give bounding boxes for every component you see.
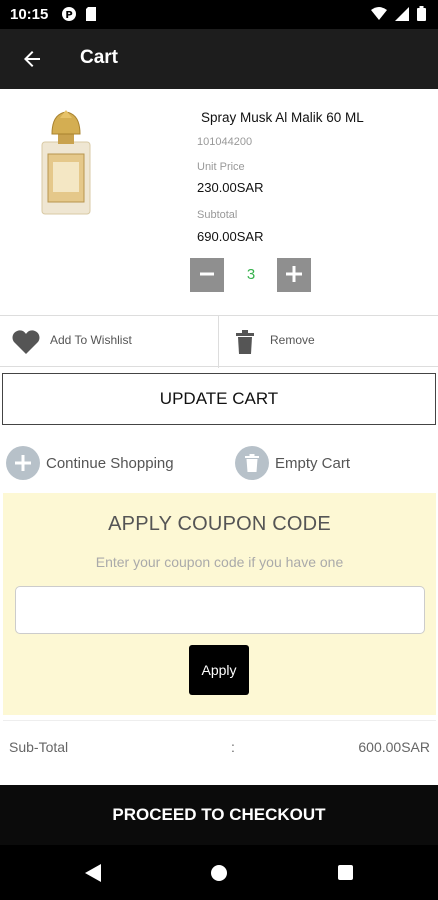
apply-coupon-button[interactable]: Apply — [189, 645, 249, 695]
item-subtotal-label: Subtotal — [197, 209, 238, 221]
coupon-panel: APPLY COUPON CODE Enter your coupon code… — [3, 493, 436, 715]
coupon-title: APPLY COUPON CODE — [108, 513, 331, 535]
nav-recents-icon[interactable] — [338, 865, 353, 880]
coupon-subtitle: Enter your coupon code if you have one — [95, 554, 344, 570]
coupon-code-input[interactable] — [15, 586, 425, 634]
empty-cart-label: Empty Cart — [275, 454, 351, 472]
quantity-increase-button[interactable] — [277, 258, 311, 292]
continue-shopping-button[interactable]: Continue Shopping — [6, 446, 174, 480]
proceed-to-checkout-button[interactable]: PROCEED TO CHECKOUT — [0, 785, 438, 845]
nav-back-icon[interactable] — [85, 864, 101, 882]
continue-shopping-label: Continue Shopping — [46, 454, 174, 472]
notification-p-icon: P — [62, 7, 76, 21]
svg-text:P: P — [65, 10, 72, 21]
wishlist-label: Add To Wishlist — [50, 333, 132, 347]
heart-icon — [12, 330, 40, 354]
app-bar: Cart — [0, 29, 438, 89]
subtotal-value: 600.00SAR — [358, 739, 430, 755]
item-actions-row: Add To Wishlist Remove — [0, 315, 438, 368]
subtotal-label: Sub-Total — [9, 739, 69, 755]
page-title: Cart — [80, 47, 119, 68]
product-sku: 101044200 — [197, 136, 253, 148]
minus-icon — [200, 272, 214, 275]
item-subtotal-value: 690.00SAR — [197, 229, 264, 244]
nav-home-icon[interactable] — [211, 865, 227, 881]
trash-circle-icon — [235, 446, 269, 480]
product-image[interactable] — [38, 108, 94, 216]
quantity-decrease-button[interactable] — [190, 258, 224, 292]
totals-panel: Sub-Total : 600.00SAR — [3, 720, 436, 790]
wifi-icon — [371, 6, 387, 20]
product-name: Spray Musk Al Malik 60 ML — [201, 110, 364, 125]
status-bar: 10:15 P — [0, 0, 438, 29]
arrow-left-icon[interactable] — [20, 47, 44, 71]
empty-cart-button[interactable]: Empty Cart — [235, 446, 350, 480]
remove-item-button[interactable]: Remove — [219, 316, 438, 368]
plus-circle-icon — [6, 446, 40, 480]
trash-icon — [236, 330, 254, 354]
add-to-wishlist-button[interactable]: Add To Wishlist — [0, 316, 218, 368]
battery-icon — [417, 6, 426, 21]
unit-price-value: 230.00SAR — [197, 180, 264, 195]
update-cart-button[interactable]: UPDATE CART — [2, 373, 436, 425]
signal-icon — [395, 6, 409, 21]
remove-label: Remove — [270, 333, 315, 347]
sim-card-icon — [86, 7, 96, 21]
unit-price-label: Unit Price — [197, 161, 245, 173]
system-nav-bar — [0, 845, 438, 900]
quantity-value: 3 — [246, 266, 256, 283]
subtotal-separator: : — [231, 739, 235, 755]
status-time: 10:15 — [10, 6, 49, 23]
plus-icon — [286, 265, 302, 282]
